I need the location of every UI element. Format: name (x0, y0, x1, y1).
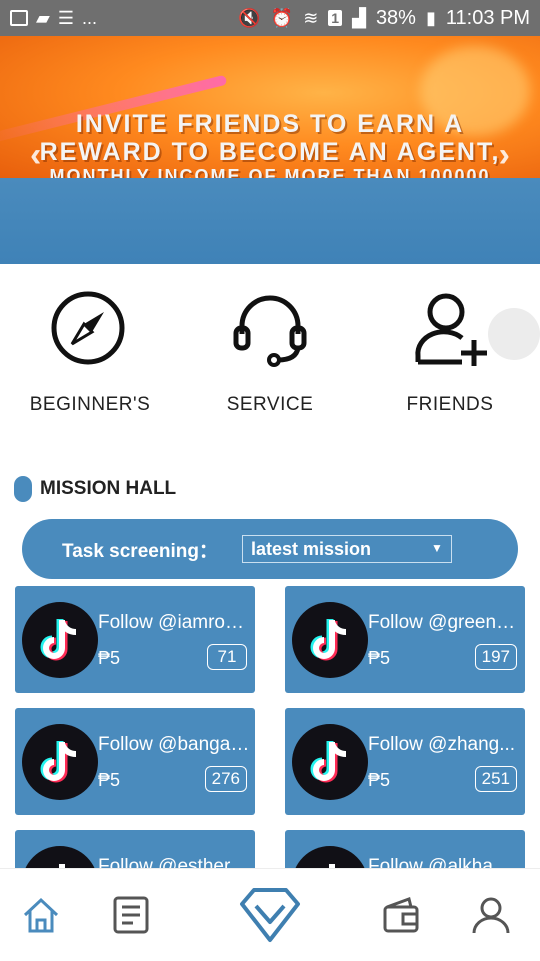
tasks-icon (113, 896, 149, 934)
quick-action-label: FRIENDS (406, 394, 494, 415)
task-title: Follow @alkha... (368, 856, 509, 868)
tiktok-logo-icon (22, 724, 98, 800)
task-card[interactable]: Follow @bangar... ₱5 276 (15, 708, 255, 815)
sim-badge: 1 (328, 10, 343, 26)
tab-tasks[interactable] (86, 869, 176, 961)
filter-selected-value: latest mission (250, 538, 371, 559)
task-card[interactable]: Follow @green_... ₱5 197 (285, 586, 525, 693)
mute-icon: 🔇 (238, 8, 261, 28)
battery-percent: 38% (375, 6, 416, 29)
tiktok-logo-icon (292, 724, 368, 800)
task-count-badge: 251 (474, 766, 517, 792)
tiktok-logo-icon (22, 602, 98, 678)
task-count-badge: 71 (207, 644, 247, 670)
compass-icon (50, 290, 130, 370)
status-bar: ▰ ☰ ... 🔇 ⏰ ≋ 1 ▟ 38% ▮ 11:03 PM (0, 0, 540, 36)
banner-line-2: REWARD TO BECOME AN AGENT, (39, 138, 501, 166)
status-right: 🔇 ⏰ ≋ 1 ▟ 38% ▮ 11:03 PM (238, 7, 530, 30)
wallet-icon (383, 897, 419, 933)
image-icon (10, 10, 28, 26)
chat-icon: ▰ (36, 8, 50, 28)
quick-action-label: BEGINNER'S (29, 394, 151, 415)
task-filter-bar: Task screening： latest mission ▼ (22, 519, 518, 579)
tiktok-logo-icon (292, 602, 368, 678)
caret-down-icon: ▼ (431, 541, 443, 555)
task-count-badge: 276 (204, 766, 247, 792)
task-title: Follow @zhang... (368, 734, 516, 755)
section-title: MISSION HALL (40, 478, 177, 499)
wifi-icon: ≋ (303, 8, 319, 28)
banner-bottom-band (0, 178, 540, 264)
clock: 11:03 PM (445, 6, 530, 29)
task-reward: ₱5 (368, 648, 391, 668)
more-icon: ... (81, 8, 97, 28)
section-marker (14, 476, 32, 502)
task-count-badge: 197 (474, 644, 517, 670)
banner-prev-arrow[interactable]: ‹ (30, 136, 41, 175)
quick-action-service[interactable]: SERVICE (180, 290, 360, 416)
task-card[interactable]: Follow @iamroa... ₱5 71 (15, 586, 255, 693)
tab-profile[interactable] (446, 869, 536, 961)
task-title: Follow @green_... (368, 612, 520, 633)
task-title: Follow @esther... (98, 856, 246, 868)
headset-icon (230, 290, 310, 370)
tab-home[interactable] (0, 869, 86, 961)
quick-actions: BEGINNER'S SERVICE FRIENDS (0, 264, 540, 444)
quick-action-beginners[interactable]: BEGINNER'S (0, 290, 180, 416)
list-icon: ☰ (57, 8, 74, 28)
task-card[interactable]: Follow @zhang... ₱5 251 (285, 708, 525, 815)
tab-wallet[interactable] (356, 869, 446, 961)
task-card[interactable]: Follow @alkha... ₱5 (285, 830, 525, 868)
tab-vip[interactable] (225, 869, 315, 961)
profile-icon (472, 897, 510, 934)
status-left-icons: ▰ ☰ ... (10, 9, 97, 27)
alarm-icon: ⏰ (270, 8, 294, 28)
bottom-tab-bar (0, 868, 540, 960)
banner-next-arrow[interactable]: › (499, 136, 510, 175)
signal-icon: ▟ (352, 8, 366, 28)
task-reward: ₱5 (98, 648, 121, 668)
task-grid: Follow @iamroa... ₱5 71 Follow @green_..… (0, 586, 540, 868)
tiktok-logo-icon (292, 846, 368, 868)
task-reward: ₱5 (98, 770, 121, 790)
task-filter-select[interactable]: latest mission ▼ (241, 535, 452, 563)
banner-line-3: MONTHLY INCOME OF MORE THAN 100000 (49, 166, 491, 178)
task-reward: ₱5 (368, 770, 391, 790)
home-icon (23, 897, 59, 933)
quick-action-label: SERVICE (226, 394, 314, 415)
promo-banner[interactable]: INVITE FRIENDS TO EARN A REWARD TO BECOM… (0, 36, 540, 264)
task-title: Follow @bangar... (98, 734, 250, 755)
add-user-icon (410, 290, 490, 370)
task-card[interactable]: Follow @esther... ₱5 (15, 830, 255, 868)
battery-icon: ▮ (425, 8, 436, 28)
filter-label: Task screening： (62, 540, 218, 562)
mission-hall-heading: MISSION HALL (14, 476, 176, 502)
banner-line-1: INVITE FRIENDS TO EARN A (75, 110, 465, 138)
vip-icon (240, 888, 300, 942)
tiktok-logo-icon (22, 846, 98, 868)
task-title: Follow @iamroa... (98, 612, 250, 633)
floating-assist-button[interactable] (488, 308, 540, 360)
